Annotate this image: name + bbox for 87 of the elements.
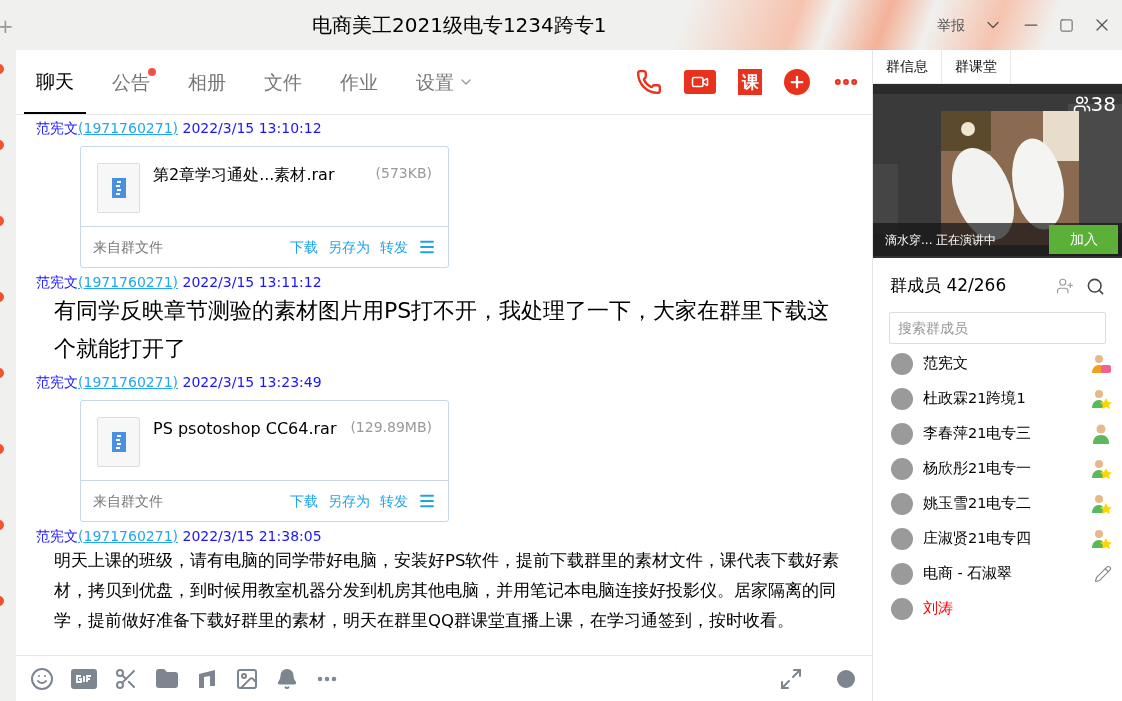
live-status: 滴水穿... 正在演讲中 (885, 231, 997, 249)
pencil-icon[interactable] (1094, 564, 1112, 583)
add-button[interactable] (784, 69, 810, 95)
qq-number-link[interactable]: (1971760271) (78, 374, 178, 390)
menu-icon[interactable] (418, 238, 436, 256)
member-name: 姚玉雪21电专二 (923, 493, 1032, 513)
phone-icon[interactable] (636, 69, 662, 95)
avatar (891, 352, 913, 375)
add-member-icon[interactable] (1056, 277, 1074, 295)
report-button[interactable]: 举报 (937, 14, 965, 36)
file-name: 第2章学习通处...素材.rar (153, 164, 335, 186)
search-icon[interactable] (1086, 276, 1105, 296)
side-tab[interactable]: 群信息 (873, 50, 942, 83)
file-action-link[interactable]: 下载 (290, 236, 318, 258)
message-time: 2022/3/15 13:23:49 (181, 374, 322, 390)
maximize-icon[interactable] (1059, 17, 1074, 33)
plus-icon (788, 73, 806, 91)
archive-file-icon (97, 163, 140, 213)
sender-name: 范宪文 (36, 528, 78, 544)
file-source: 来自群文件 (93, 237, 163, 257)
member-row[interactable]: 电商 - 石淑翠 (873, 556, 1122, 591)
file-size: (129.89MB) (350, 418, 432, 437)
video-call-button[interactable] (684, 70, 716, 94)
member-row[interactable]: 杨欣彤21电专一 (873, 451, 1122, 486)
sender-name: 范宪文 (36, 274, 78, 290)
member-name: 杨欣彤21电专一 (923, 458, 1032, 478)
avatar (891, 422, 913, 445)
window-title: 电商美工2021级电专1234跨专1 (312, 12, 607, 39)
message-time: 2022/3/15 13:10:12 (181, 120, 322, 136)
file-action-link[interactable]: 下载 (290, 490, 318, 512)
message-time: 2022/3/15 21:38:05 (181, 528, 322, 544)
member-row[interactable]: 范宪文 (873, 346, 1122, 381)
viewer-count: 38 (1090, 91, 1116, 118)
member-name: 李春萍21电专三 (923, 423, 1032, 443)
member-name: 电商 - 石淑翠 (923, 563, 1013, 583)
tab[interactable]: 公告 (100, 50, 162, 114)
member-name: 范宪文 (923, 353, 968, 373)
member-row[interactable]: 庄淑贤21电专四 (873, 521, 1122, 556)
live-preview[interactable]: 38 滴水穿... 正在演讲中 加入 (873, 84, 1122, 256)
gif-icon[interactable] (71, 668, 97, 689)
viewers-icon (1072, 95, 1091, 113)
file-action-link[interactable]: 转发 (380, 236, 408, 258)
scissors-icon[interactable] (114, 666, 138, 691)
member-name: 杜政霖21跨境1 (923, 388, 1026, 408)
tab[interactable]: 设置 (404, 50, 486, 114)
qq-number-link[interactable]: (1971760271) (78, 120, 178, 136)
qq-number-link[interactable]: (1971760271) (78, 528, 178, 544)
avatar (891, 527, 913, 550)
join-button[interactable]: 加入 (1049, 225, 1118, 254)
member-row[interactable]: 杜政霖21跨境1 (873, 381, 1122, 416)
folder-icon[interactable] (155, 666, 179, 691)
avatar (891, 387, 913, 410)
file-action-link[interactable]: 另存为 (328, 490, 370, 512)
sender-name: 范宪文 (36, 374, 78, 390)
members-title: 群成员 42/266 (890, 274, 1007, 298)
sender-name: 范宪文 (36, 120, 78, 136)
menu-icon[interactable] (418, 492, 436, 510)
course-button[interactable]: 课 (738, 69, 762, 95)
avatar (891, 457, 913, 480)
file-size: (573KB) (375, 164, 432, 183)
member-name: 刘涛 (923, 598, 953, 618)
message-text: 明天上课的班级，请有电脑的同学带好电脑，安装好PS软件，提前下载群里的素材文件，课代表下载好素材，拷贝到优盘，到时候用教室机器分发到机房其他电脑，并用笔记本电脑连接好投影仪。居家隔离的同学，提前做好准备下载好群里的素材，明天在群里QQ群课堂直播上课，在学习通签到，按时收看。 (54, 550, 841, 632)
message-time: 2022/3/15 13:11:12 (181, 274, 322, 290)
bell-icon[interactable] (276, 667, 298, 690)
member-search-field[interactable]: 搜索群成员 (889, 312, 1106, 344)
avatar (891, 492, 913, 515)
avatar (891, 562, 913, 585)
qq-number-link[interactable]: (1971760271) (78, 274, 178, 290)
member-row[interactable]: 李春萍21电专三 (873, 416, 1122, 451)
tab[interactable]: 聊天 (24, 50, 86, 114)
member-row[interactable]: 刘涛 (873, 591, 1122, 626)
tab[interactable]: 相册 (176, 50, 238, 114)
file-action-link[interactable]: 另存为 (328, 236, 370, 258)
tab[interactable]: 文件 (252, 50, 314, 114)
file-action-link[interactable]: 转发 (380, 490, 408, 512)
tab[interactable]: 作业 (328, 50, 390, 114)
message-text: 有同学反映章节测验的素材图片用PS打不开，我处理了一下，大家在群里下载这个就能打开了 (54, 297, 831, 363)
member-row[interactable]: 姚玉雪21电专二 (873, 486, 1122, 521)
emoji-icon[interactable] (30, 666, 54, 691)
avatar (891, 597, 913, 620)
expand-icon[interactable] (779, 666, 803, 691)
file-source: 来自群文件 (93, 491, 163, 511)
member-name: 庄淑贤21电专四 (923, 528, 1032, 548)
side-tab[interactable]: 群课堂 (942, 50, 1011, 83)
file-name: PS psotoshop CC64.rar (153, 418, 337, 440)
archive-file-icon (97, 417, 140, 467)
image-icon[interactable] (235, 666, 259, 691)
